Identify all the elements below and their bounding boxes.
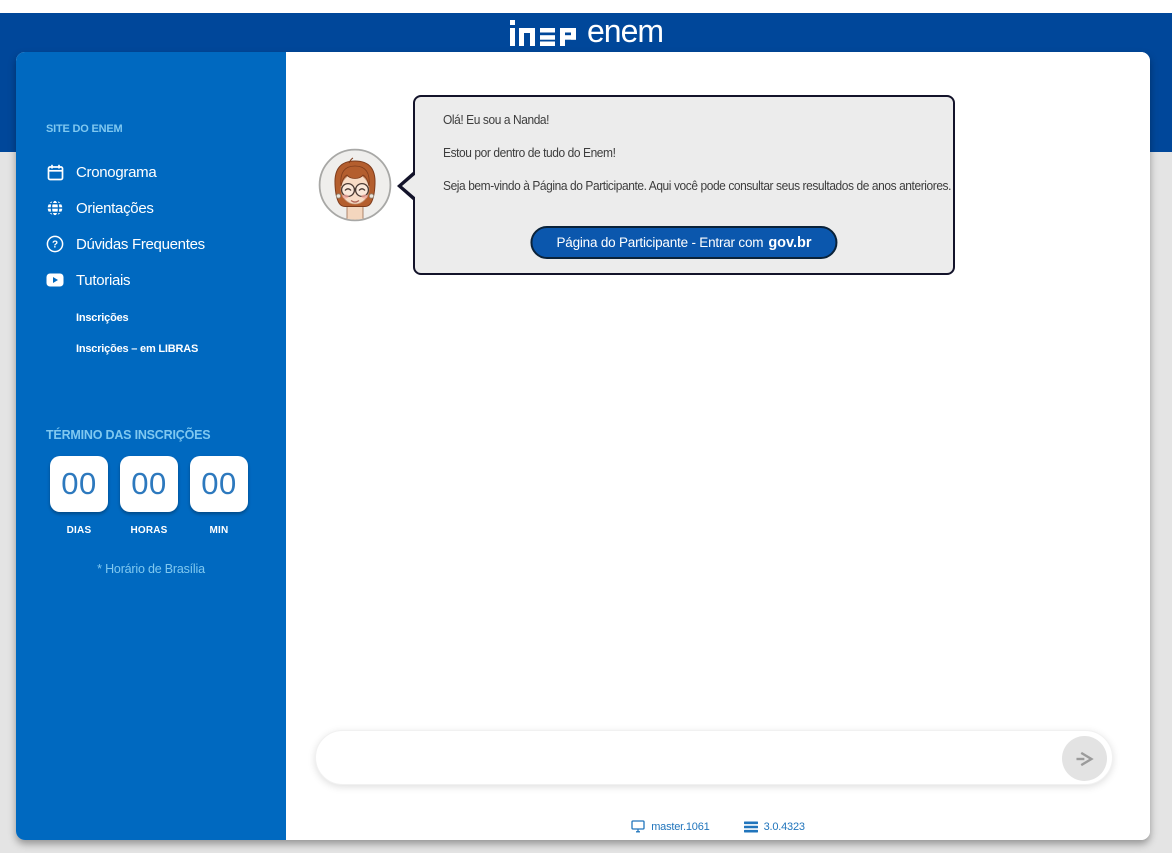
version-status: 3.0.4323 [744, 820, 805, 833]
chat-input[interactable] [316, 731, 1112, 784]
sidebar-item-label: Cronograma [76, 164, 156, 181]
sidebar-item-cronograma[interactable]: Cronograma [16, 154, 286, 190]
countdown-minutes-box: 00 [190, 456, 248, 512]
build-status: master.1061 [631, 820, 709, 833]
chatbot-widget: SITE DO ENEM Cronograma [16, 52, 1150, 840]
monitor-icon [631, 820, 645, 833]
youtube-icon [46, 271, 64, 289]
brasilia-time-note: * Horário de Brasília [16, 562, 286, 576]
bot-message: Estou por dentro de tudo do Enem! [443, 145, 924, 160]
globe-icon [46, 199, 64, 217]
status-footer: master.1061 3.0.4323 [286, 820, 1150, 833]
header-logo: enem [0, 13, 1172, 52]
sidebar-section-label: SITE DO ENEM [46, 123, 122, 135]
inep-logo-icon [509, 20, 577, 46]
sidebar-subitem-label: Inscrições – em LIBRAS [76, 343, 198, 355]
pagina-participante-govbr-button[interactable]: Página do Participante - Entrar com gov.… [530, 226, 837, 259]
sidebar-item-orientacoes[interactable]: Orientações [16, 190, 286, 226]
sidebar-subitem-label: Inscrições [76, 312, 128, 324]
countdown-minutes-label: MIN [190, 525, 248, 536]
govbr-button-text: Página do Participante - Entrar com [556, 235, 763, 250]
sidebar-subnav: Inscrições Inscrições – em LIBRAS [16, 302, 286, 364]
version-label: 3.0.4323 [764, 821, 805, 833]
sidebar-subitem-inscricoes-libras[interactable]: Inscrições – em LIBRAS [16, 333, 286, 364]
countdown-minutes-value: 00 [201, 466, 236, 502]
build-label: master.1061 [651, 821, 709, 833]
countdown-title: TÉRMINO DAS INSCRIÇÕES [46, 428, 210, 442]
enem-wordmark: enem [587, 15, 663, 50]
chat-pane: Olá! Eu sou a Nanda! Estou por dentro de… [286, 52, 1150, 840]
question-circle-icon: ? [46, 235, 64, 253]
chat-input-bar [315, 730, 1113, 785]
page: enem SITE DO ENEM Cronograma [0, 0, 1172, 868]
send-icon [1074, 748, 1096, 770]
sidebar-item-label: Tutoriais [76, 272, 130, 289]
countdown: 00 00 00 [50, 456, 248, 512]
countdown-hours-box: 00 [120, 456, 178, 512]
nanda-avatar [318, 148, 392, 222]
countdown-days-value: 00 [61, 466, 96, 502]
sidebar-nav: Cronograma [16, 154, 286, 298]
countdown-hours-label: HORAS [120, 525, 178, 536]
govbr-brand: gov.br [768, 235, 811, 251]
sidebar-item-tutoriais[interactable]: Tutoriais [16, 262, 286, 298]
sidebar-item-duvidas-frequentes[interactable]: ? Dúvidas Frequentes [16, 226, 286, 262]
countdown-days-box: 00 [50, 456, 108, 512]
send-button[interactable] [1062, 736, 1107, 781]
sidebar-subitem-inscricoes[interactable]: Inscrições [16, 302, 286, 333]
countdown-labels: DIAS HORAS MIN [50, 525, 248, 536]
bot-message: Olá! Eu sou a Nanda! [443, 112, 924, 127]
svg-text:?: ? [52, 240, 58, 251]
countdown-hours-value: 00 [131, 466, 166, 502]
countdown-days-label: DIAS [50, 525, 108, 536]
sidebar-item-label: Orientações [76, 200, 154, 217]
sidebar-item-label: Dúvidas Frequentes [76, 236, 205, 253]
sidebar: SITE DO ENEM Cronograma [16, 52, 286, 840]
server-stack-icon [744, 821, 758, 833]
bot-message-bubble: Olá! Eu sou a Nanda! Estou por dentro de… [413, 95, 955, 275]
calendar-icon [46, 163, 64, 181]
bot-message: Seja bem-vindo à Página do Participante.… [443, 178, 924, 193]
